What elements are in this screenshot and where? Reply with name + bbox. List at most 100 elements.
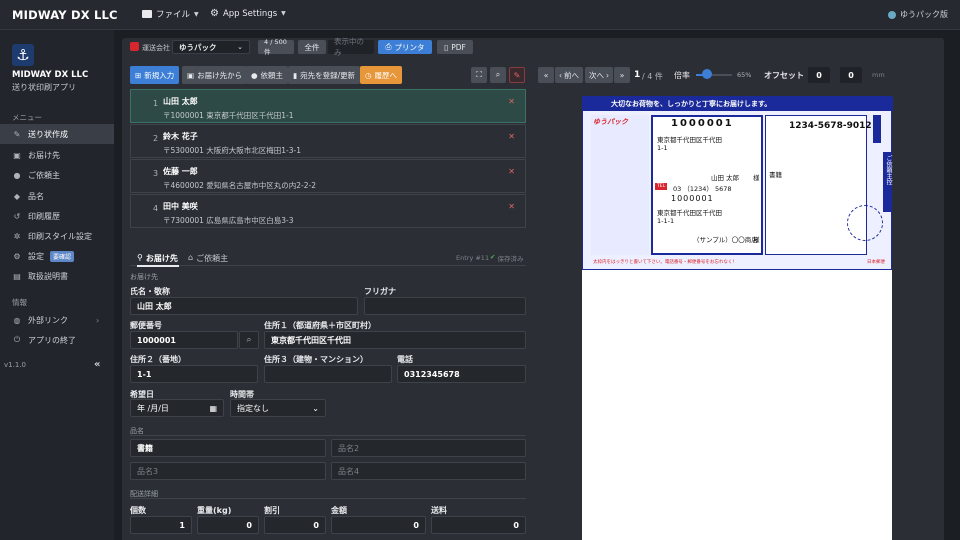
label-src-zip: 1000001	[671, 194, 714, 203]
pdf-button[interactable]: ▯ PDF	[437, 40, 473, 54]
fee-field[interactable]: 0	[431, 516, 526, 534]
amount-label: 金額	[331, 506, 347, 515]
status-badge: 要確認	[50, 250, 75, 262]
carrier-select[interactable]: ゆうパック ⌄	[172, 40, 250, 54]
weight-field[interactable]: 0	[197, 516, 259, 534]
new-entry-button[interactable]: ⊞ 新規入力	[130, 66, 180, 84]
goods2-field[interactable]: 品名2	[331, 439, 526, 457]
brush-icon[interactable]: ✎	[509, 67, 525, 83]
offset-label: オフセット	[764, 71, 804, 80]
expand-icon[interactable]: ⛶	[471, 67, 487, 83]
app-subtitle: 送り状印刷アプリ	[12, 83, 76, 92]
delete-icon[interactable]: ✕	[508, 202, 515, 211]
address1-label: 住所１（都道府県＋市区町村）	[264, 321, 376, 330]
info-heading: 情報	[12, 298, 27, 307]
prev-label: 前へ	[564, 70, 579, 80]
user-icon: ●	[13, 170, 21, 180]
list-item[interactable]: 1 山田 太郎 〒1000001 東京都千代田区千代田1-1 ✕	[130, 89, 526, 123]
goods4-field[interactable]: 品名4	[331, 462, 526, 480]
label-src-addr2: 1-1-1	[657, 217, 675, 225]
next-label: 次へ	[589, 70, 604, 80]
folder-icon	[142, 10, 152, 18]
list-item[interactable]: 4 田中 美咲 〒7300001 広島県広島市中区白島3-3 ✕	[130, 194, 526, 228]
list-item[interactable]: 3 佐藤 一郎 〒4600002 愛知県名古屋市中区丸の内2-2-2 ✕	[130, 159, 526, 193]
tab-destination[interactable]: ⚲ お届け先	[137, 253, 178, 264]
prev-page-button[interactable]: ‹ 前へ	[555, 67, 583, 83]
discount-field[interactable]: 0	[264, 516, 326, 534]
phone-field[interactable]: 0312345678	[397, 365, 526, 383]
sidebar-item-history[interactable]: ↺ 印刷履歴	[0, 206, 114, 226]
settings-menu[interactable]: ⚙ App Settings ▼	[210, 8, 286, 19]
delete-icon[interactable]: ✕	[508, 167, 515, 176]
sidebar-item-label: 送り状作成	[28, 129, 68, 139]
new-entry-label: 新規入力	[144, 70, 175, 80]
delete-icon[interactable]: ✕	[508, 132, 515, 141]
sidebar-item-clients[interactable]: ● ご依頼主	[0, 165, 114, 185]
next-page-button[interactable]: 次へ ›	[585, 67, 613, 83]
collapse-sidebar-icon[interactable]: «	[94, 359, 100, 370]
file-icon: ▯	[444, 42, 449, 52]
section-destination-heading: お届け先	[130, 273, 158, 281]
file-menu[interactable]: ファイル ▼	[142, 8, 199, 20]
date-field[interactable]: 年 /月/日 ▦	[130, 399, 224, 417]
tab-client[interactable]: ⌂ ご依頼主	[188, 253, 228, 264]
label-side-text: ご依頼主控	[885, 155, 892, 185]
clock-icon: ◷	[365, 70, 372, 80]
zip-field[interactable]: 1000001	[130, 331, 238, 349]
sidebar-item-label: 設定	[28, 251, 44, 261]
chevron-right-icon: ›	[96, 315, 100, 325]
anchor-logo-icon: ⚓	[12, 44, 34, 66]
chevron-left-icon: ‹	[559, 70, 562, 80]
discount-label: 割引	[264, 506, 280, 515]
qty-field[interactable]: 1	[130, 516, 192, 534]
from-client-button[interactable]: ● 依頼主	[246, 66, 289, 84]
printer-button[interactable]: ⎙ プリンタ	[378, 40, 432, 54]
address1-field[interactable]: 東京都千代田区千代田	[264, 331, 526, 349]
amount-field[interactable]: 0	[331, 516, 426, 534]
phone-label: 電話	[397, 355, 413, 364]
label-tracking: 1234-5678-9012	[789, 121, 872, 131]
zoom-slider-thumb[interactable]	[701, 69, 712, 79]
offset-unit: mm	[872, 71, 885, 79]
sidebar-item-goods[interactable]: ◆ 品名	[0, 186, 114, 206]
entry-number: 2	[153, 134, 159, 143]
sidebar-item-manual[interactable]: ▤ 取扱説明書	[0, 266, 114, 286]
sidebar-item-destinations[interactable]: ▣ お届け先	[0, 145, 114, 165]
sidebar-item-label: お届け先	[28, 150, 60, 160]
name-field[interactable]: 山田 太郎	[130, 297, 358, 315]
furigana-field[interactable]	[364, 297, 526, 315]
time-select[interactable]: 指定なし ⌄	[230, 399, 326, 417]
carrier-value: ゆうパック	[179, 42, 217, 52]
goods3-field[interactable]: 品名3	[130, 462, 326, 480]
edition-indicator: ゆうパック版	[888, 9, 948, 20]
all-records-button[interactable]: 全件	[298, 40, 326, 54]
chevron-down-icon: ▼	[194, 10, 199, 18]
address3-field[interactable]	[264, 365, 392, 383]
sidebar-item-external-links[interactable]: ◍ 外部リンク ›	[0, 310, 114, 330]
goods1-field[interactable]: 書籍	[130, 439, 326, 457]
zoom-label: 倍率	[674, 71, 690, 80]
list-item[interactable]: 2 鈴木 花子 〒5300001 大阪府大阪市北区梅田1-3-1 ✕	[130, 124, 526, 158]
bookmark-icon: ▮	[293, 70, 298, 80]
sidebar-item-quit[interactable]: ⏻ アプリの終了	[0, 330, 114, 350]
entry-address: 〒7300001 広島県広島市中区白島3-3	[163, 216, 294, 225]
sidebar-item-create[interactable]: ✎ 送り状作成	[0, 124, 114, 144]
last-page-button[interactable]: »	[614, 67, 630, 83]
app-version: v1.1.0	[4, 361, 26, 369]
from-destination-button[interactable]: ▣ お届け先から	[182, 66, 248, 84]
sidebar-item-print-style[interactable]: ✲ 印刷スタイル設定	[0, 226, 114, 246]
register-address-button[interactable]: ▮ 宛先を登録/更新	[288, 66, 361, 84]
offset-x-field[interactable]: 0	[808, 67, 830, 83]
address2-field[interactable]: 1-1	[130, 365, 258, 383]
showing-only-button[interactable]: 表示中のみ	[328, 37, 374, 57]
zip-search-icon[interactable]: ⌕	[239, 331, 259, 349]
delete-icon[interactable]: ✕	[508, 97, 515, 106]
sidebar-item-settings[interactable]: ⚙ 設定 要確認	[0, 246, 114, 266]
label-dest-name: 山田 太郎	[711, 174, 740, 182]
label-left-column	[591, 115, 649, 255]
offset-y-field[interactable]: 0	[840, 67, 862, 83]
label-jp-logo: 日本郵便	[867, 260, 885, 265]
history-button[interactable]: ◷ 履歴へ	[360, 66, 403, 84]
search-icon[interactable]: ⌕	[490, 67, 506, 83]
first-page-button[interactable]: «	[538, 67, 554, 83]
